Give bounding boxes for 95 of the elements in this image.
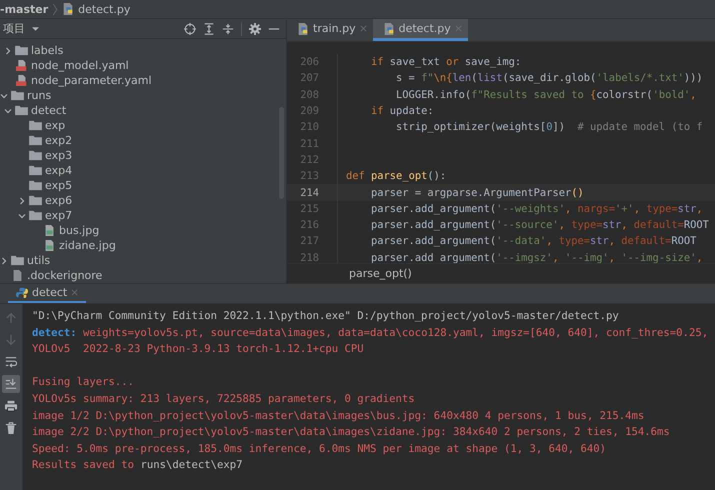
code-line: parser = argparse.ArgumentParser() (370, 186, 584, 199)
chevron-right-icon[interactable] (4, 46, 12, 54)
printer-icon (5, 400, 17, 412)
line-number: 206 (299, 56, 320, 68)
tree-item[interactable]: node_parameter.yaml (31, 74, 152, 87)
tree-item[interactable]: detect (31, 104, 66, 117)
console-line: image 1/2 D:\python_project\yolov5-master\data\images\bus.jpg: 640x480 4 persons, 1 bus, 215.4ms (32, 410, 644, 422)
folder-icon (29, 195, 42, 206)
line-number: 214 (299, 186, 320, 199)
collapse-all-icon[interactable] (222, 22, 234, 34)
yaml-file-icon (15, 75, 28, 86)
image-file-icon (43, 225, 56, 236)
code-line: s = f"\n{len(list(save_dir.glob('labels/*.txt'))) (395, 72, 703, 84)
python-file-icon (62, 3, 74, 15)
code-line: parser.add_argument('--source', type=str, default=ROOT (370, 219, 709, 232)
console-line: YOLOv5 2022-8-23 Python-3.9.13 torch-1.12.1+cpu CPU (32, 343, 364, 356)
image-file-icon (43, 240, 56, 251)
folder-icon (29, 180, 42, 191)
code-line: parser.add_argument('--weights', nargs='+', type=str, (370, 202, 703, 215)
python-file-icon (382, 22, 395, 34)
folder-icon (29, 120, 42, 131)
console-line: Fusing layers... (32, 376, 134, 388)
folder-icon (29, 135, 42, 146)
code-line: LOGGER.info(f"Results saved to {colorstr('bold', (395, 88, 696, 101)
chevron-right-icon[interactable] (18, 196, 26, 204)
line-number: 210 (299, 121, 320, 134)
file-icon (11, 270, 24, 281)
line-number: 213 (299, 170, 320, 182)
arrow-up-icon (5, 312, 17, 324)
line-number: 215 (299, 202, 320, 215)
trash-icon (5, 422, 17, 434)
breadcrumb-item[interactable]: detect.py (78, 2, 130, 16)
line-number: 216 (299, 219, 320, 232)
code-line: strip_optimizer(weights[0]) # update model (to f (395, 121, 703, 134)
console-line: YOLOv5s summary: 213 layers, 7225885 parameters, 0 gradients (32, 392, 415, 405)
folder-icon (11, 255, 24, 266)
soft-wrap-icon (5, 356, 17, 368)
chevron-right-icon (52, 2, 58, 16)
folder-icon (29, 165, 42, 176)
chevron-right-icon[interactable] (0, 256, 8, 264)
run-tab[interactable]: detect (8, 284, 86, 303)
chevron-down-icon[interactable] (18, 212, 26, 220)
console-line: "D:\PyCharm Community Edition 2022.1.1\python.exe" D:/python_project/yolov5-master/detect.py (32, 310, 619, 322)
folder-icon (29, 150, 42, 161)
line-number: 209 (299, 105, 320, 118)
caret-icon[interactable] (32, 26, 39, 32)
tree-item[interactable]: exp (45, 119, 66, 132)
code-line: parser.add_argument('--data', type=str, default=ROOT (370, 235, 696, 248)
folder-icon (29, 210, 42, 221)
line-number: 211 (299, 138, 320, 150)
line-number: 212 (299, 154, 320, 166)
code-line: if update: (370, 105, 434, 118)
console-line: Speed: 5.0ms pre-process, 185.0ms inference, 6.0ms NMS per image at shape (1, 3, 640, 640) (32, 442, 606, 455)
tree-item[interactable]: .dockerignore (27, 269, 102, 282)
folder-icon (15, 105, 28, 116)
yaml-file-icon (15, 60, 28, 71)
tree-item[interactable]: labels (31, 44, 64, 57)
tree-item[interactable]: exp3 (45, 149, 72, 162)
editor-tab[interactable]: detect.py (372, 19, 468, 41)
folder-icon (15, 45, 28, 56)
line-number: 207 (299, 72, 320, 84)
python-icon (16, 286, 28, 298)
settings-icon[interactable] (249, 22, 261, 34)
console-line: detect: weights=yolov5s.pt, source=data\images, data=data\coco128.yaml, imgsz=[640, 640], conf_thres=0.25, (32, 326, 708, 339)
panel-title[interactable]: 项目 (3, 21, 25, 36)
tree-item[interactable]: exp4 (45, 164, 72, 177)
tree-item[interactable]: node_model.yaml (31, 59, 129, 72)
console-line: Results saved to runs\detect\exp7 (32, 459, 242, 472)
console-line: image 2/2 D:\python_project\yolov5-master\data\images\zidane.jpg: 384x640 2 persons, 2 ties, 154.6ms (32, 426, 670, 438)
chevron-down-icon[interactable] (0, 92, 8, 100)
tree-item[interactable]: utils (27, 254, 50, 267)
tree-item[interactable]: exp7 (45, 209, 72, 222)
line-number: 218 (299, 252, 320, 263)
chevron-down-icon[interactable] (4, 106, 12, 114)
breadcrumb-item[interactable]: parse_opt() (349, 267, 412, 280)
tree-item[interactable]: exp5 (45, 179, 72, 192)
tree-item[interactable]: bus.jpg (59, 224, 100, 237)
code-line: parser.add_argument('--imgsz', '--img', '--img-size', (370, 252, 703, 263)
code-line: def parse_opt(): (346, 170, 446, 182)
tree-item[interactable]: exp6 (45, 194, 72, 207)
line-number: 208 (299, 88, 320, 101)
folder-icon (11, 90, 24, 101)
scroll-to-end-icon (5, 378, 17, 390)
editor-tab[interactable]: train.py (287, 19, 373, 41)
tree-item[interactable]: runs (27, 89, 52, 102)
tree-item[interactable]: exp2 (45, 134, 72, 147)
code-line: if save_txt or save_img: (370, 56, 522, 68)
arrow-down-icon (5, 334, 17, 346)
python-file-icon (297, 22, 309, 34)
expand-all-icon[interactable] (203, 22, 215, 34)
toolbar-button[interactable] (2, 375, 20, 393)
line-number: 217 (299, 235, 320, 248)
breadcrumb-item[interactable]: -master (0, 2, 48, 16)
target-icon[interactable] (184, 22, 196, 34)
tree-item[interactable]: zidane.jpg (59, 239, 116, 252)
